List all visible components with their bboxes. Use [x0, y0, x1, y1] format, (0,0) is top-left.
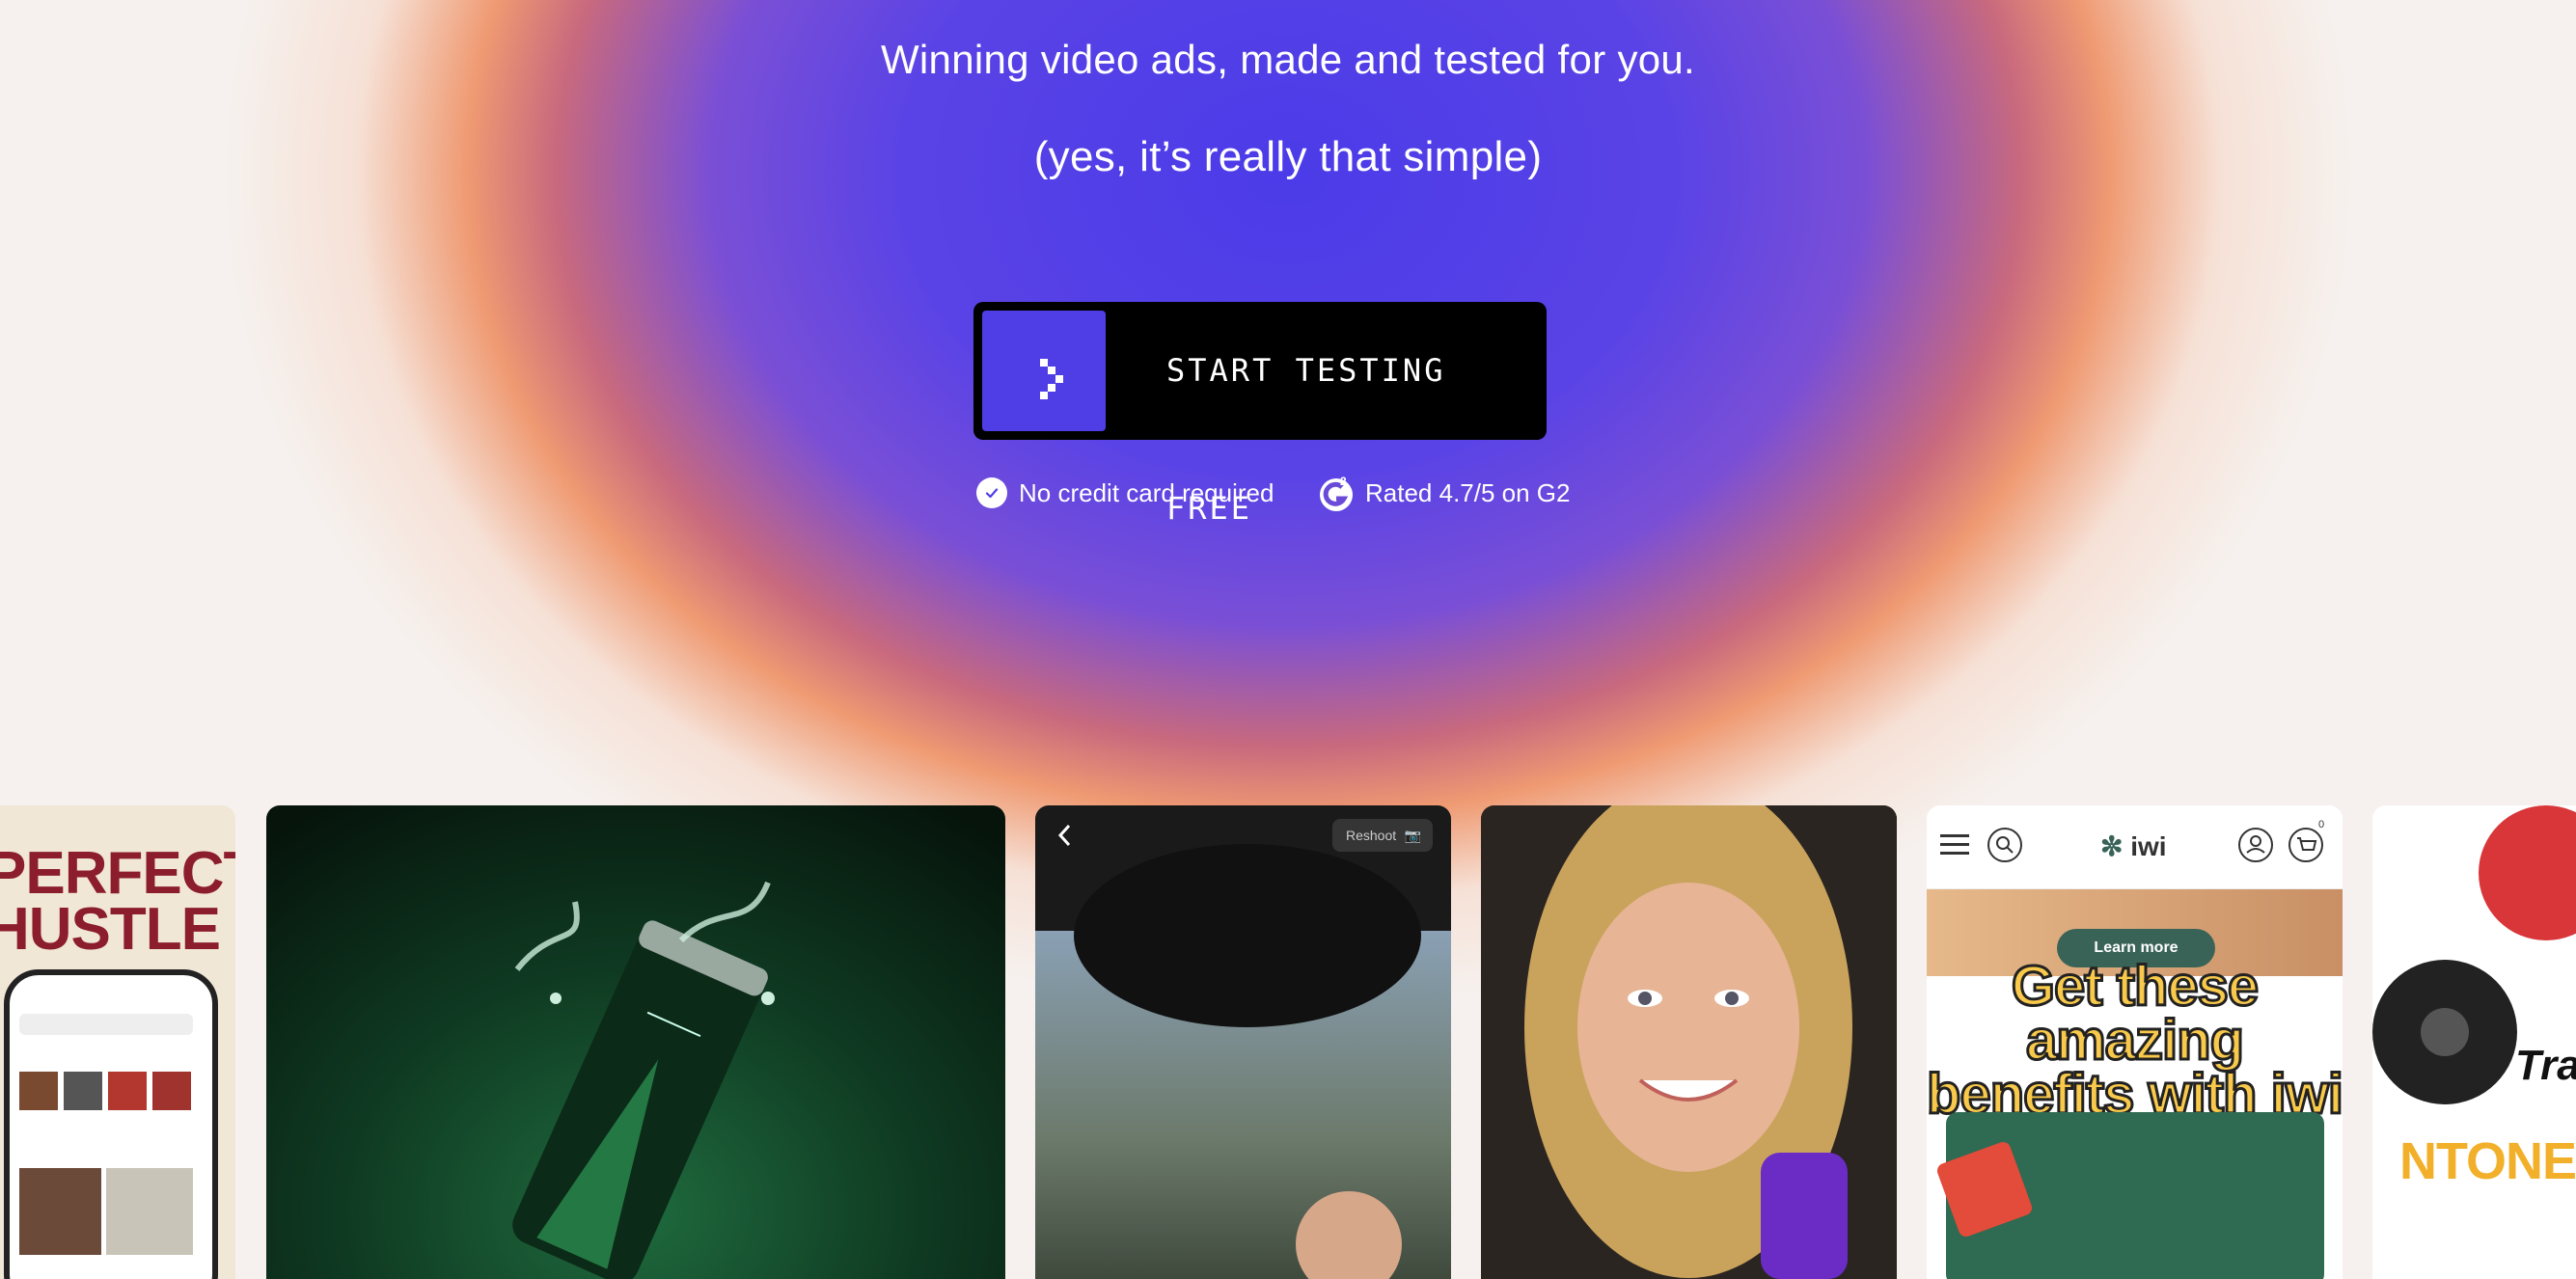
no-credit-card-text: No credit card required	[1019, 477, 1274, 507]
g2-rating-badge: 2 Rated 4.7/5 on G2	[1317, 474, 1571, 512]
ad-card-perfect-hustle[interactable]: PERFECT HUSTLE	[0, 805, 235, 1279]
title-line-1: PERFECT	[0, 840, 235, 907]
woman-portrait-image	[1481, 805, 1897, 1279]
iwi-logo-text: iwi	[2130, 831, 2167, 861]
perfect-hustle-title: PERFECT HUSTLE	[0, 840, 235, 963]
ad-card-energy-drink[interactable]	[266, 805, 1005, 1279]
camera-icon: 📷	[1404, 828, 1421, 843]
iwi-illustration	[1934, 1112, 2324, 1279]
cart-icon[interactable]	[2288, 827, 2324, 863]
title-line-2: HUSTLE	[0, 896, 221, 963]
ad-card-fitness-woman[interactable]	[1481, 805, 1897, 1279]
g2-rating-text: Rated 4.7/5 on G2	[1365, 477, 1571, 507]
back-chevron-icon[interactable]	[1056, 823, 1074, 848]
menu-icon[interactable]	[1940, 832, 1969, 857]
black-product-image	[2372, 960, 2517, 1104]
iwi-logo[interactable]: ✼ iwi	[2100, 830, 2167, 862]
toner-text: NTONE	[2399, 1132, 2576, 1190]
chevron-right-icon	[1040, 359, 1063, 399]
check-circle-icon	[976, 477, 1007, 508]
svg-text:2: 2	[1340, 475, 1347, 488]
reshoot-label: Reshoot	[1346, 828, 1397, 843]
camera-shadow	[1074, 844, 1421, 1027]
account-icon[interactable]	[2237, 827, 2274, 863]
cta-icon-box	[982, 311, 1106, 431]
hero-subheadline: (yes, it’s really that simple)	[1033, 133, 1543, 180]
red-product-image	[2479, 805, 2576, 940]
iwi-header: ✼ iwi 0	[1927, 805, 2343, 889]
hero-headline: Winning video ads, made and tested for y…	[880, 37, 1696, 82]
ad-card-toner[interactable]: Tra NTONE	[2372, 805, 2576, 1279]
iwi-logo-mark-icon: ✼	[2100, 831, 2124, 861]
g2-logo-icon: 2	[1317, 474, 1356, 512]
ad-card-iwi-omega[interactable]: ✼ iwi 0 Learn more Get these amazing ben…	[1927, 805, 2343, 1279]
no-credit-card-badge: No credit card required	[976, 476, 1274, 510]
cta-label: START TESTING FREE	[1166, 352, 1446, 527]
ad-card-ugc-video[interactable]: Reshoot 📷	[1035, 805, 1451, 1279]
start-testing-button[interactable]: START TESTING FREE	[973, 302, 1547, 527]
cart-count: 0	[2318, 819, 2325, 830]
reshoot-button[interactable]: Reshoot 📷	[1332, 819, 1433, 852]
megaphone-icon	[1934, 1139, 2035, 1239]
energy-can-image	[512, 881, 775, 1279]
tra-text: Tra	[2515, 1042, 2576, 1089]
phone-mockup	[4, 969, 218, 1279]
search-icon[interactable]	[1987, 827, 2023, 863]
